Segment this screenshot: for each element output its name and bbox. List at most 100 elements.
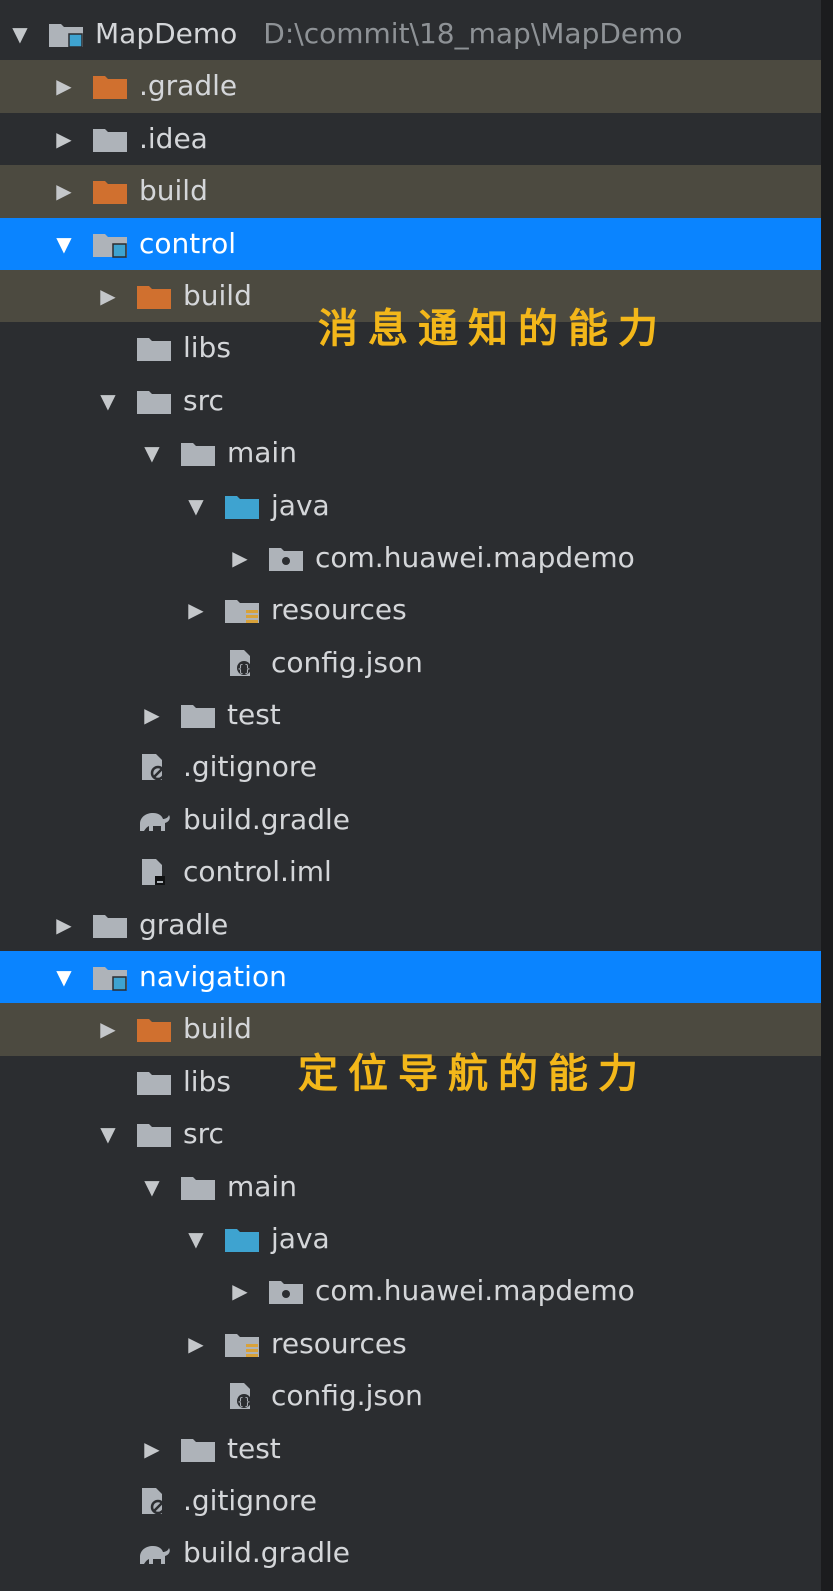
folder-gray-icon [136,387,172,415]
tree-row[interactable]: ▼ main [0,1161,833,1213]
tree-item-name: main [227,436,297,470]
tree-row[interactable]: ▶ gradle [0,899,833,951]
tree-row[interactable]: control.iml [0,846,833,898]
expand-arrow-down-icon[interactable]: ▼ [8,8,32,60]
tree-item-name: com.huawei.mapdemo [315,1274,635,1308]
module-folder-icon [92,963,128,991]
module-folder-icon [92,230,128,258]
expand-arrow-down-icon[interactable]: ▼ [52,951,76,1003]
expand-arrow-right-icon[interactable]: ▶ [184,1318,208,1370]
package-folder-icon [268,1277,304,1305]
tree-row[interactable]: ▼ src [0,1108,833,1160]
expand-arrow-down-icon[interactable]: ▼ [140,427,164,479]
expand-arrow-right-icon[interactable]: ▶ [140,1423,164,1475]
tree-row[interactable]: ▼ java [0,1213,833,1265]
expand-arrow-right-icon[interactable]: ▶ [52,60,76,112]
tree-item-name: navigation [139,960,287,994]
tree-row[interactable]: ▼ navigation [0,951,833,1004]
expand-arrow-down-icon[interactable]: ▼ [184,1213,208,1265]
tree-row-label: resources [271,1318,407,1370]
tree-row-label: .gradle [139,60,237,112]
folder-gray-icon [136,1120,172,1148]
json-file-icon: {} [224,649,260,677]
tree-row[interactable]: ▼ control [0,217,833,270]
tree-item-name: java [271,488,330,522]
tree-row-label: resources [271,584,407,636]
expand-arrow-down-icon[interactable]: ▼ [184,480,208,532]
tree-row-label: java [271,1213,330,1265]
tree-item-name: .gitignore [183,750,317,784]
tree-row[interactable]: build.gradle [0,794,833,846]
tree-row[interactable]: ▶ test [0,1423,833,1475]
project-tree[interactable]: ▼ MapDemo D:\commit\18_map\MapDemo ▶ .gradle… [0,8,833,1580]
tree-item-name: resources [271,593,407,627]
expand-arrow-right-icon[interactable]: ▶ [52,113,76,165]
folder-gray-icon [92,911,128,939]
tree-item-name: build [139,174,208,208]
tree-row[interactable]: {} config.json [0,637,833,689]
tree-row[interactable]: ▶ com.huawei.mapdemo [0,1265,833,1317]
tree-row[interactable]: ▼ java [0,480,833,532]
resources-folder-icon [224,1330,260,1358]
expand-arrow-down-icon[interactable]: ▼ [140,1161,164,1213]
folder-gray-icon [92,125,128,153]
expand-arrow-right-icon[interactable]: ▶ [184,584,208,636]
tree-row-label: com.huawei.mapdemo [315,532,635,584]
folder-gray-icon [136,334,172,362]
expand-arrow-right-icon[interactable]: ▶ [140,689,164,741]
tree-item-name: libs [183,1064,231,1098]
expand-arrow-right-icon[interactable]: ▶ [52,899,76,951]
control-annotation: 消息通知的能力 [318,306,668,352]
expand-arrow-down-icon[interactable]: ▼ [52,218,76,270]
expand-arrow-right-icon[interactable]: ▶ [52,165,76,217]
tree-row[interactable]: ▶ test [0,689,833,741]
tree-row-label: .idea [139,113,208,165]
tree-row-label: gradle [139,899,228,951]
tree-item-name: resources [271,1326,407,1360]
tree-row[interactable]: ▶ resources [0,584,833,636]
expand-arrow-right-icon[interactable]: ▶ [96,1003,120,1055]
ignore-file-icon [136,1487,172,1515]
tree-row-label: build [183,270,252,322]
tree-row[interactable]: ▶ .gradle [0,60,833,113]
expand-arrow-right-icon[interactable]: ▶ [228,1265,252,1317]
tree-row[interactable]: .gitignore [0,741,833,793]
folder-gray-icon [180,1435,216,1463]
expand-arrow-right-icon[interactable]: ▶ [228,532,252,584]
tree-row-label: .gitignore [183,1475,317,1527]
tree-row[interactable]: ▼ src [0,375,833,427]
tree-row[interactable]: {} config.json [0,1370,833,1422]
expand-arrow-right-icon[interactable]: ▶ [96,270,120,322]
tree-row[interactable]: ▶ resources [0,1318,833,1370]
json-file-icon: {} [224,1382,260,1410]
tree-row-label: com.huawei.mapdemo [315,1265,635,1317]
tree-row-label: libs [183,1056,231,1108]
tree-row-label: control [139,218,236,270]
tree-row[interactable]: build.gradle [0,1527,833,1579]
tree-row[interactable]: ▼ MapDemo D:\commit\18_map\MapDemo [0,8,833,60]
folder-blue-icon [224,492,260,520]
tree-item-name: test [227,698,281,732]
expand-arrow-down-icon[interactable]: ▼ [96,1108,120,1160]
tree-row[interactable]: .gitignore [0,1475,833,1527]
folder-orange-icon [136,1015,172,1043]
project-path: D:\commit\18_map\MapDemo [263,17,683,50]
tree-row-label: navigation [139,951,287,1003]
tree-item-name: MapDemo [95,17,238,50]
folder-gray-icon [136,1068,172,1096]
tree-row[interactable]: ▶ build [0,165,833,218]
tree-item-name: gradle [139,907,229,941]
iml-file-icon [136,858,172,886]
tree-row[interactable]: ▶ com.huawei.mapdemo [0,532,833,584]
tree-item-name: build [183,278,252,312]
tree-row-label: src [183,375,224,427]
tree-item-name: test [227,1431,281,1465]
tree-item-name: build [183,1012,252,1046]
tree-row[interactable]: ▶ .idea [0,113,833,165]
tree-row[interactable]: ▼ main [0,427,833,479]
expand-arrow-down-icon[interactable]: ▼ [96,375,120,427]
tree-row-label: build.gradle [183,794,350,846]
tree-item-name: com.huawei.mapdemo [315,540,635,574]
folder-orange-icon [92,72,128,100]
tree-item-name: build.gradle [183,1536,350,1570]
